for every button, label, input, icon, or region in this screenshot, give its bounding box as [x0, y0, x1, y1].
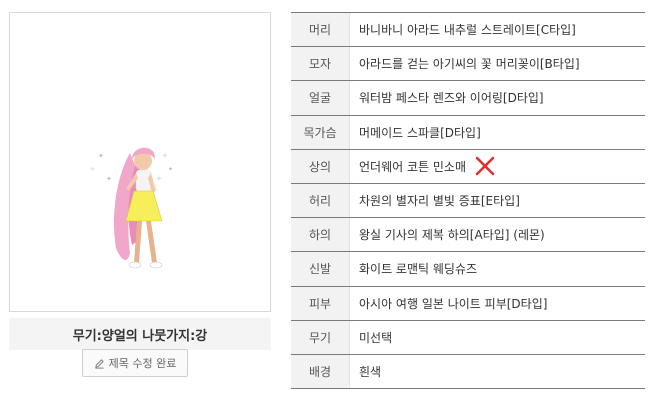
svg-text:✦: ✦ — [106, 175, 112, 183]
edit-title-label: 제목 수정 완료 — [108, 357, 177, 370]
slot-value: 머메이드 스파클[D타입] — [349, 115, 645, 149]
equipment-row: 하의 왕실 기사의 제복 하의[A타입] (레몬) — [291, 218, 645, 253]
slot-value: 흰색 — [349, 354, 645, 389]
equipment-table: 머리 바니바니 아라드 내추럴 스트레이트[C타입] 모자 아라드를 걷는 아기… — [291, 12, 645, 390]
svg-text:✦: ✦ — [168, 166, 173, 173]
slot-label: 신발 — [291, 252, 349, 286]
slot-value: 워터밤 페스타 렌즈와 이어링[D타입] — [349, 81, 645, 115]
slot-value: 아라드를 걷는 아기씨의 꽃 머리꽂이[B타입] — [349, 47, 645, 81]
pencil-icon — [94, 358, 104, 369]
svg-text:✦: ✦ — [98, 152, 104, 160]
avatar-preview-panel: ✦ ✧ ✦ ✧ ✦ ✧ 무기:양얼의 나뭇가지:강 — [9, 12, 271, 350]
equipment-row: 목가슴 머메이드 스파클[D타입] — [291, 115, 645, 150]
item-name: 바니바니 아라드 내추럴 스트레이트[C타입] — [359, 23, 576, 38]
item-name: 아라드를 걷는 아기씨의 꽃 머리꽂이[B타입] — [359, 57, 580, 72]
edit-title-button[interactable]: 제목 수정 완료 — [82, 349, 188, 377]
slot-value: 화이트 로맨틱 웨딩슈즈 — [349, 252, 645, 286]
item-name: 미선택 — [359, 330, 393, 345]
equipment-row: 머리 바니바니 아라드 내추럴 스트레이트[C타입] — [291, 13, 645, 48]
equipment-row: 허리 차원의 별자리 별빛 증표[E타입] — [291, 183, 645, 219]
slot-label: 머리 — [291, 13, 349, 47]
slot-label: 모자 — [291, 47, 349, 81]
equipment-row: 상의 언더웨어 코튼 민소매 — [291, 149, 645, 184]
item-name: 차원의 별자리 별빛 증표[E타입] — [359, 194, 520, 209]
svg-text:✧: ✧ — [162, 152, 168, 160]
equipment-row: 피부 아시아 여행 일본 나이트 피부[D타입] — [291, 286, 645, 321]
slot-label: 목가슴 — [291, 115, 349, 149]
slot-label: 배경 — [291, 354, 349, 389]
x-mark-icon — [475, 157, 495, 176]
slot-value: 바니바니 아라드 내추럴 스트레이트[C타입] — [349, 13, 645, 47]
item-name: 언더웨어 코튼 민소매 — [359, 159, 466, 174]
slot-label: 상의 — [291, 149, 349, 183]
equipment-row: 무기 미선택 — [291, 320, 645, 355]
slot-value: 아시아 여행 일본 나이트 피부[D타입] — [349, 286, 645, 320]
slot-label: 얼굴 — [291, 81, 349, 115]
item-name: 워터밤 페스타 렌즈와 이어링[D타입] — [359, 91, 544, 106]
slot-value: 언더웨어 코튼 민소매 — [349, 149, 645, 183]
svg-text:✧: ✧ — [156, 175, 162, 183]
equipment-row: 신발 화이트 로맨틱 웨딩슈즈 — [291, 252, 645, 287]
slot-value: 왕실 기사의 제복 하의[A타입] (레몬) — [349, 218, 645, 252]
svg-text:✧: ✧ — [90, 166, 95, 173]
avatar-preview-image: ✦ ✧ ✦ ✧ ✦ ✧ — [9, 12, 271, 312]
preview-caption: 무기:양얼의 나뭇가지:강 — [9, 318, 271, 350]
equipment-row: 얼굴 워터밤 페스타 렌즈와 이어링[D타입] — [291, 81, 645, 116]
equipment-row: 모자 아라드를 걷는 아기씨의 꽃 머리꽂이[B타입] — [291, 47, 645, 82]
slot-label: 피부 — [291, 286, 349, 320]
slot-label: 허리 — [291, 183, 349, 218]
item-name: 왕실 기사의 제복 하의[A타입] (레몬) — [359, 228, 545, 243]
item-name: 화이트 로맨틱 웨딩슈즈 — [359, 262, 478, 277]
slot-label: 하의 — [291, 218, 349, 252]
slot-value: 차원의 별자리 별빛 증표[E타입] — [349, 183, 645, 218]
character-sprite: ✦ ✧ ✦ ✧ ✦ ✧ — [90, 147, 173, 269]
slot-label: 무기 — [291, 320, 349, 354]
item-name: 머메이드 스파클[D타입] — [359, 125, 481, 140]
slot-value: 미선택 — [349, 320, 645, 354]
item-name: 흰색 — [359, 364, 382, 379]
item-name: 아시아 여행 일본 나이트 피부[D타입] — [359, 296, 548, 311]
equipment-row: 배경 흰색 — [291, 354, 645, 390]
